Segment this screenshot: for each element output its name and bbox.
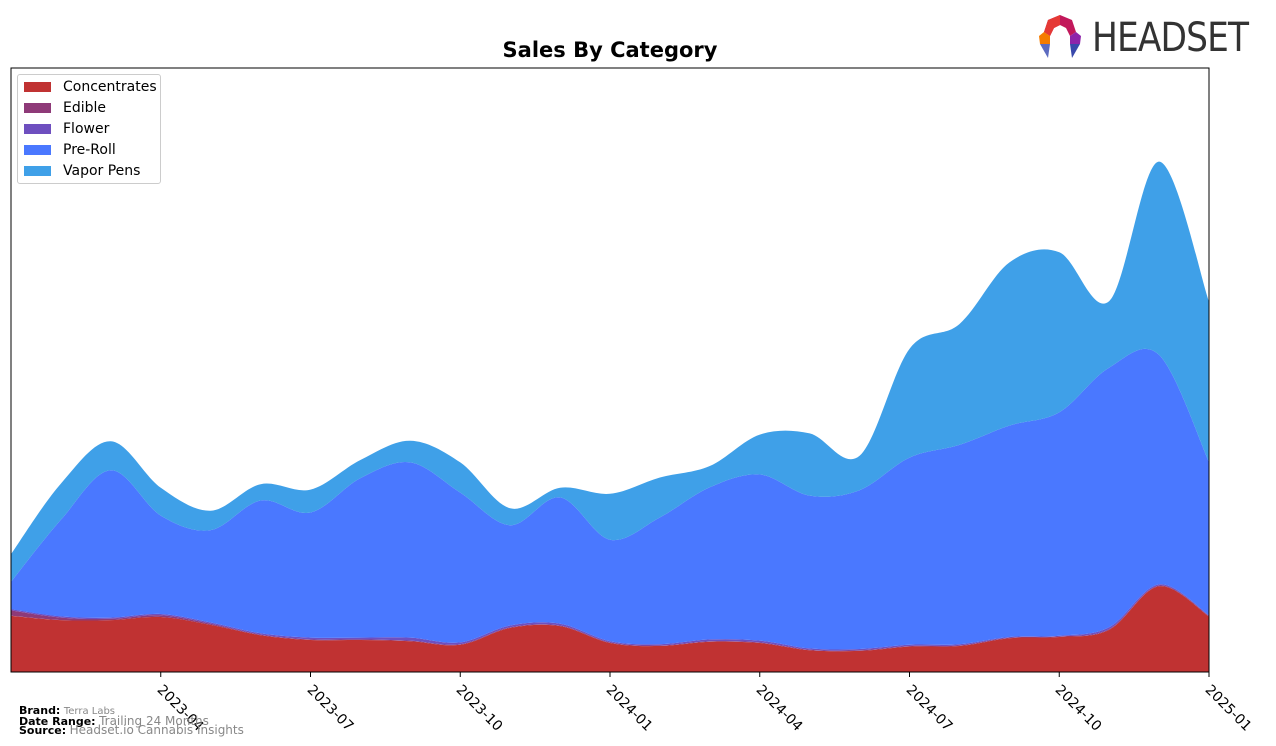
legend-swatch [24,145,51,155]
legend-label: Edible [63,100,107,116]
area-layers [11,161,1209,672]
legend-item: Flower [24,120,109,138]
legend-label: Pre-Roll [63,142,116,158]
legend-swatch [24,103,51,113]
legend-label: Concentrates [63,79,157,95]
footer: Brand: Terra Labs Date Range: Trailing 2… [19,705,244,737]
legend-swatch [24,166,51,176]
legend-item: Edible [24,99,106,117]
footer-source-value: Headset.io Cannabis Insights [69,723,244,737]
legend: Concentrates Edible Flower Pre-Roll Vapor Pe… [17,74,161,184]
legend-label: Flower [63,121,110,137]
legend-swatch [24,82,51,92]
legend-item: Vapor Pens [24,162,140,180]
x-ticks [160,672,1210,677]
legend-item: Pre-Roll [24,141,116,159]
footer-source: Source: Headset.io Cannabis Insights [19,723,244,737]
legend-swatch [24,124,51,134]
chart-plot [10,67,1210,677]
legend-label: Vapor Pens [63,163,141,179]
legend-item: Concentrates [24,78,157,96]
footer-source-key: Source: [19,724,67,737]
